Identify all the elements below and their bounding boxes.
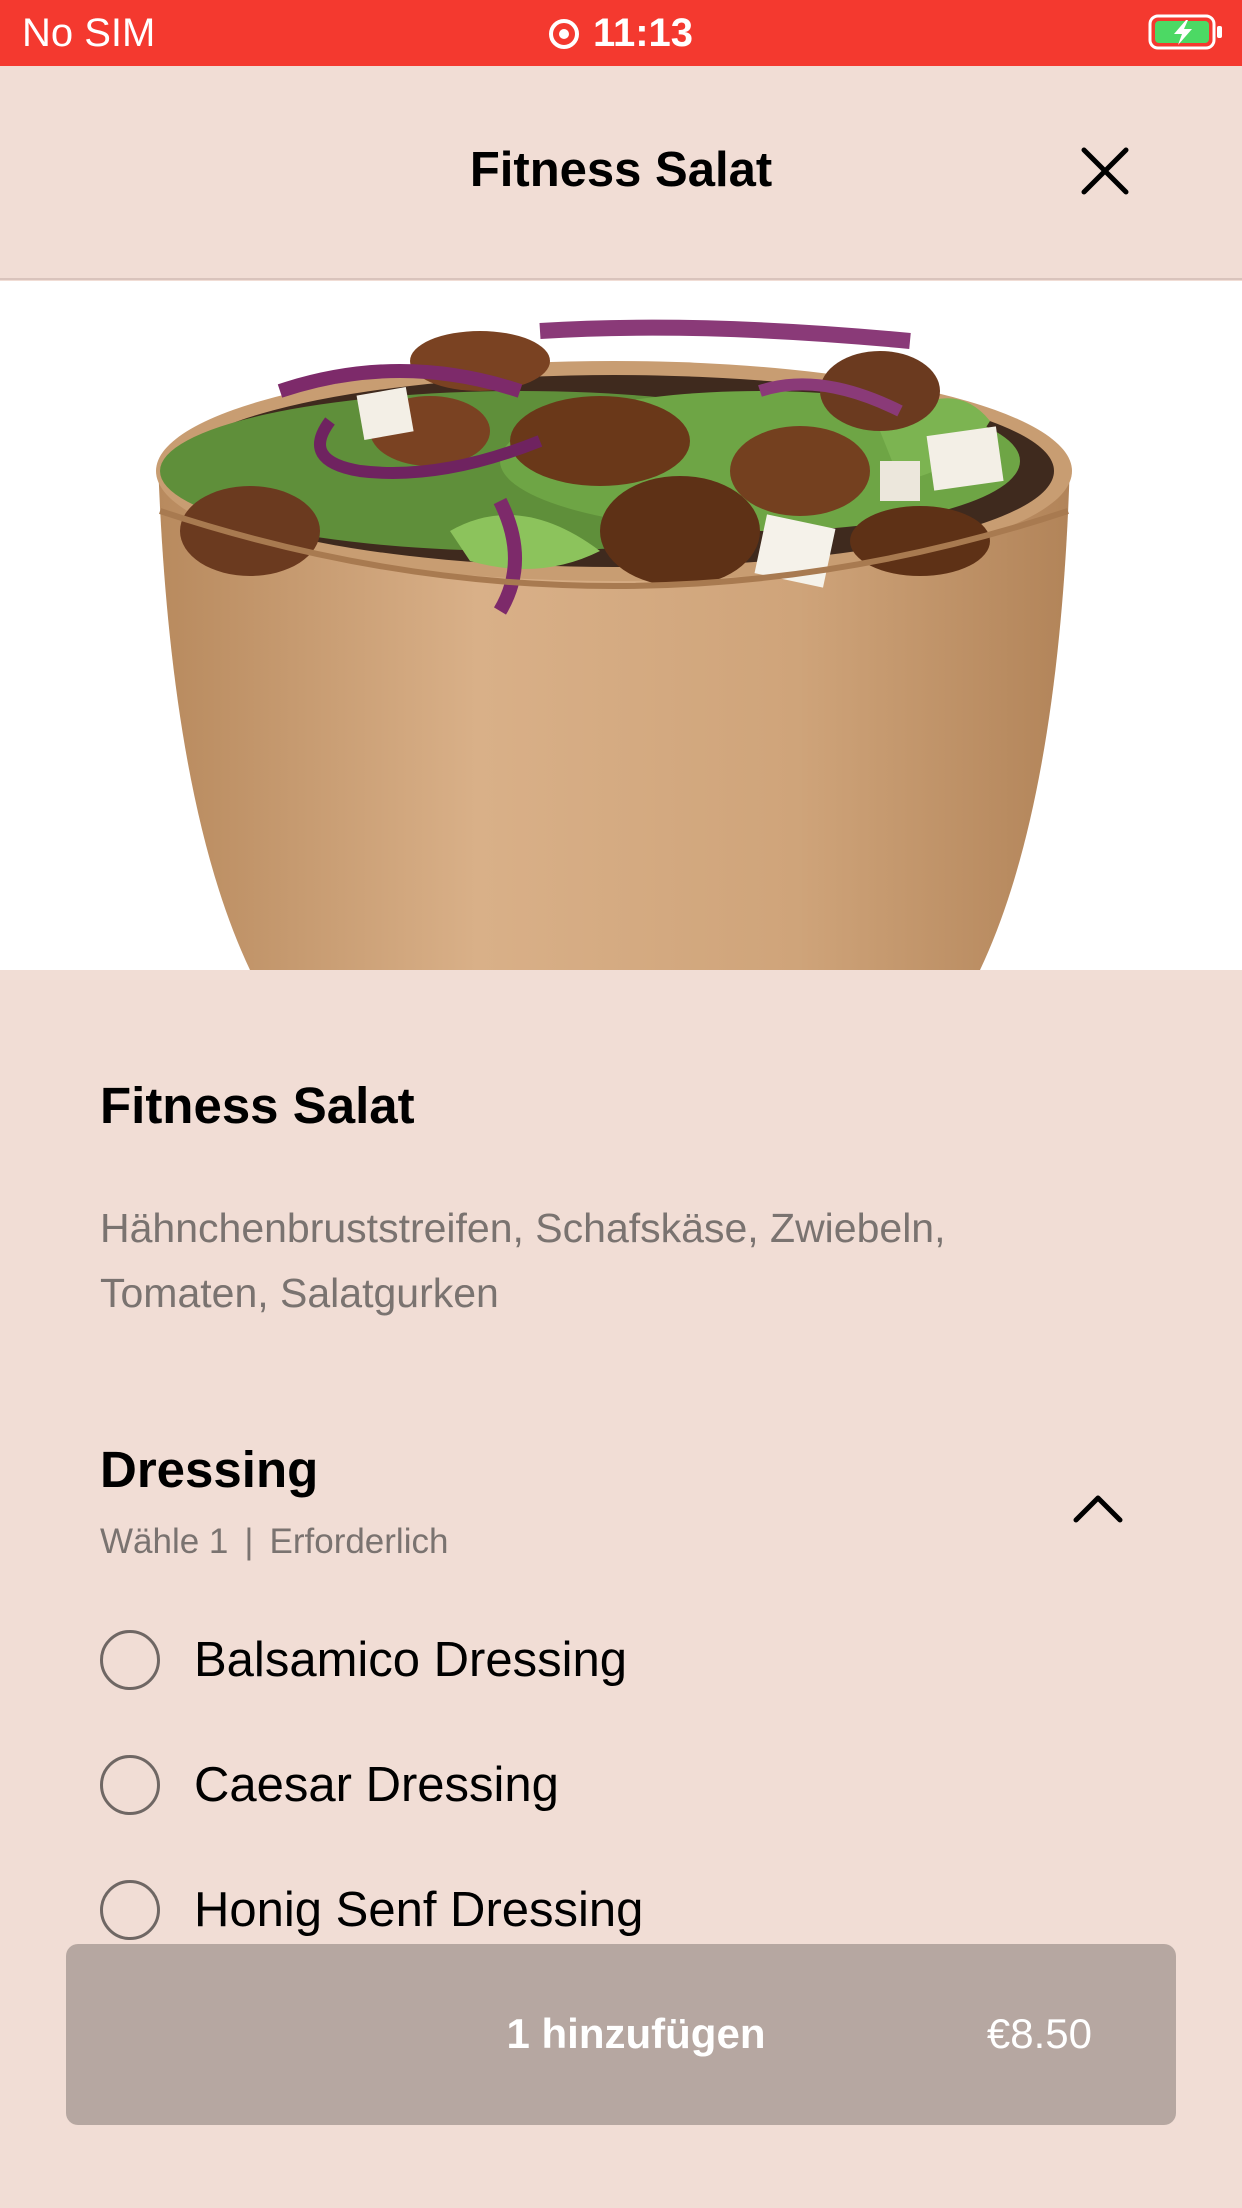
price-label: €8.50 bbox=[986, 2010, 1092, 2057]
separator: | bbox=[244, 1522, 254, 1561]
dressing-option-label: Caesar Dressing bbox=[194, 1758, 559, 1812]
salad-bowl-image bbox=[156, 319, 1072, 970]
status-time-group: 11:13 bbox=[0, 8, 1242, 58]
product-title: Fitness Salat bbox=[100, 1077, 415, 1134]
choose-count-label: Wähle 1 bbox=[100, 1522, 229, 1561]
radio-button[interactable] bbox=[100, 1880, 160, 1940]
page-title: Fitness Salat bbox=[469, 143, 773, 197]
battery-charging-icon bbox=[1148, 14, 1222, 50]
dressing-option-honig-senf[interactable]: Honig Senf Dressing bbox=[100, 1878, 1100, 1942]
status-time: 11:13 bbox=[592, 11, 694, 55]
required-label: Erforderlich bbox=[269, 1522, 449, 1561]
product-image bbox=[0, 281, 1242, 970]
dressing-option-balsamico[interactable]: Balsamico Dressing bbox=[100, 1628, 1100, 1692]
dressing-option-label: Honig Senf Dressing bbox=[194, 1883, 644, 1937]
close-icon[interactable] bbox=[1070, 136, 1140, 206]
dressing-section-subtitle: Wähle 1 | Erforderlich bbox=[100, 1520, 448, 1564]
dressing-option-caesar[interactable]: Caesar Dressing bbox=[100, 1753, 1100, 1817]
dressing-option-label: Balsamico Dressing bbox=[194, 1633, 627, 1687]
status-bar: No SIM 11:13 bbox=[0, 0, 1242, 66]
dressing-section-title: Dressing bbox=[100, 1441, 319, 1498]
chevron-up-icon[interactable] bbox=[1068, 1488, 1128, 1528]
radio-button[interactable] bbox=[100, 1630, 160, 1690]
modal-header: Fitness Salat bbox=[0, 66, 1242, 280]
add-to-cart-button[interactable]: 1 hinzufügen €8.50 bbox=[66, 1944, 1176, 2125]
product-description: Hähnchenbruststreifen, Schafskäse, Zwieb… bbox=[100, 1205, 946, 1316]
radio-button[interactable] bbox=[100, 1755, 160, 1815]
screen-recording-icon bbox=[548, 19, 579, 49]
